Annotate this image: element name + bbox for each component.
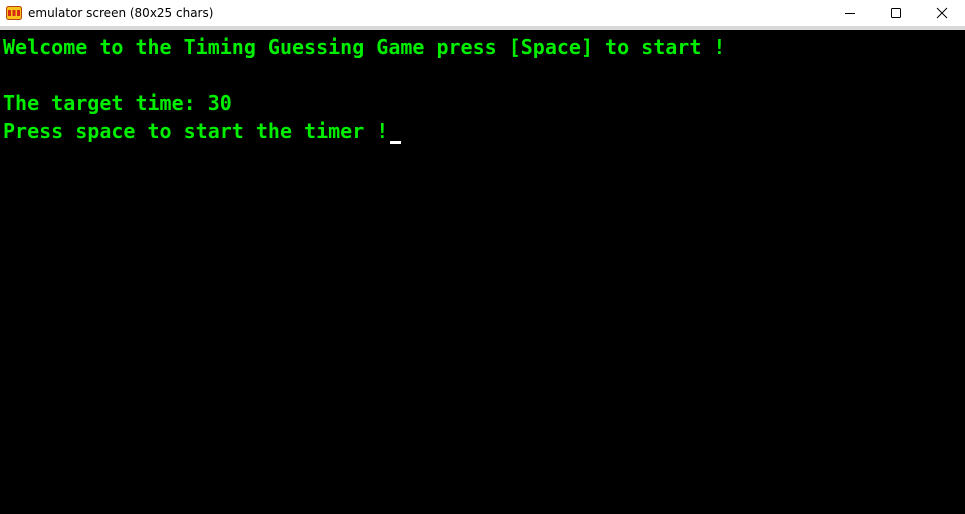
screen-line-target-time: The target time: 30	[3, 91, 232, 115]
screen-line-prompt: Press space to start the timer !	[3, 119, 389, 143]
close-button[interactable]	[919, 0, 965, 26]
text-cursor	[390, 141, 402, 144]
title-bar[interactable]: emulator screen (80x25 chars)	[0, 0, 965, 26]
maximize-icon	[891, 8, 901, 18]
minimize-icon	[845, 13, 855, 14]
emu8086-app-icon[interactable]	[6, 5, 22, 21]
screen-line-welcome: Welcome to the Timing Guessing Game pres…	[3, 35, 726, 59]
maximize-button[interactable]	[873, 0, 919, 26]
window-controls	[827, 0, 965, 26]
minimize-button[interactable]	[827, 0, 873, 26]
window-title: emulator screen (80x25 chars)	[28, 6, 214, 20]
screen-line-blank	[3, 61, 965, 89]
emulator-window: emulator screen (80x25 chars) Welcome to…	[0, 0, 965, 514]
close-icon	[936, 7, 948, 19]
screen-line-prompt-row: Press space to start the timer !	[3, 117, 965, 145]
emulator-screen[interactable]: Welcome to the Timing Guessing Game pres…	[0, 30, 965, 514]
